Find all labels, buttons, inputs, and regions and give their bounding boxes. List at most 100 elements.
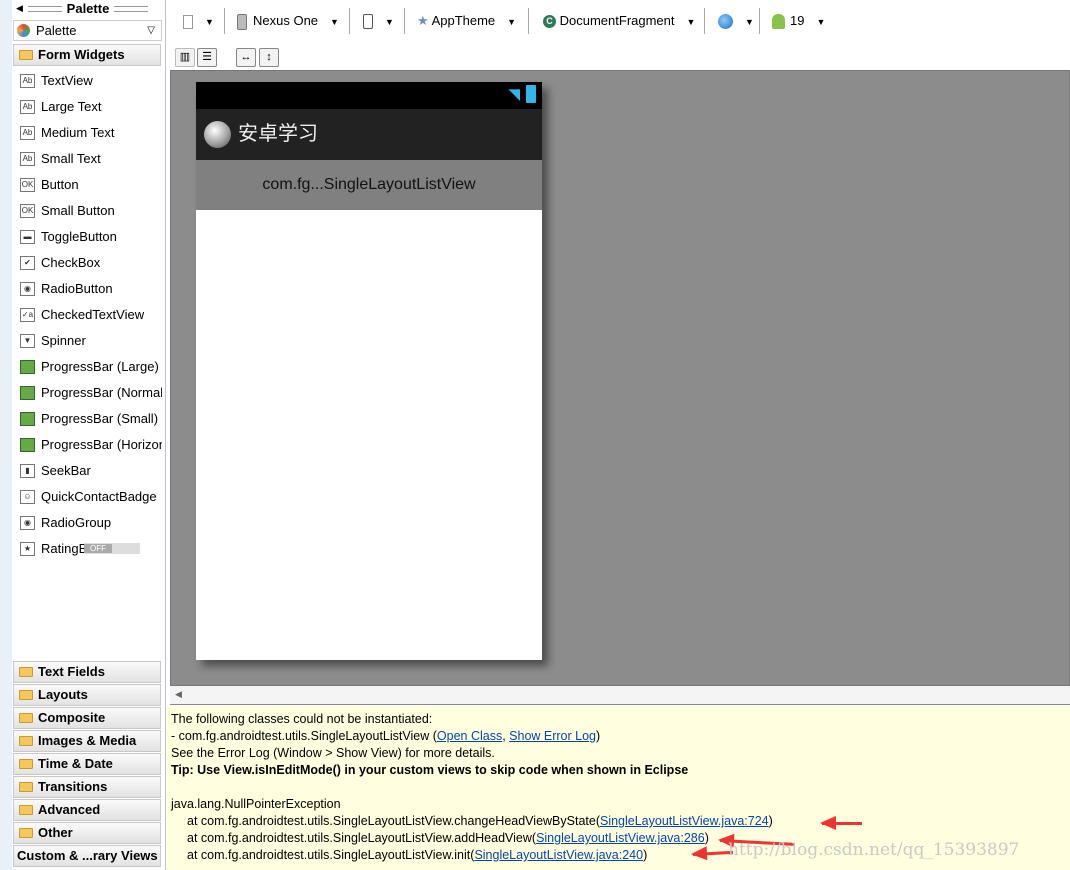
palette-item[interactable]: Ab Large Text: [20, 97, 162, 117]
config-file-dropdown[interactable]: ▼: [183, 10, 214, 32]
widget-icon: ☺: [20, 490, 35, 504]
palette-item-label: Medium Text: [41, 125, 115, 140]
layout-toolbar: ▼ Nexus One ▼ ▼ ★ AppTheme ▼ C DocumentFra…: [167, 0, 1070, 70]
palette-title: Palette: [12, 0, 164, 18]
horizontal-scrollbar[interactable]: ◀: [170, 686, 1070, 705]
palette-category[interactable]: Time & Date: [13, 753, 161, 775]
api-label: 19: [790, 13, 805, 28]
palette-category[interactable]: Text Fields: [13, 661, 161, 683]
widget-icon: [20, 360, 35, 374]
exception-name: java.lang.NullPointerException: [171, 797, 341, 811]
trace-text: at com.fg.androidtest.utils.SingleLayout…: [187, 848, 475, 862]
dropdown-label: Palette: [36, 23, 77, 38]
palette-item[interactable]: ✔ CheckBox: [20, 253, 162, 273]
category-label: Text Fields: [38, 664, 105, 679]
palette-item[interactable]: ☺ QuickContactBadge: [20, 487, 162, 507]
source-link[interactable]: SingleLayoutListView.java:240: [474, 848, 643, 862]
palette-item[interactable]: ▼ Spinner: [20, 331, 162, 351]
palette-item-label: RadioGroup: [41, 515, 112, 530]
palette-item[interactable]: OK Button: [20, 175, 162, 195]
theme-dropdown[interactable]: ★ AppTheme ▼: [417, 10, 516, 32]
widget-icon: ✓a: [20, 308, 35, 322]
palette-category[interactable]: Transitions: [13, 776, 161, 798]
split-horizontal-button[interactable]: ☰: [197, 48, 217, 67]
category-label: Images & Media: [38, 733, 137, 748]
theme-label: AppTheme: [431, 13, 496, 28]
palette-category[interactable]: Layouts: [13, 684, 161, 706]
folder-open-icon: [19, 50, 33, 60]
widget-icon: OK: [20, 178, 35, 192]
palette-item[interactable]: Ab Medium Text: [20, 123, 162, 143]
palette-item[interactable]: OK Small Button: [20, 201, 162, 221]
widget-icon: OK: [20, 204, 35, 218]
palette-item[interactable]: ▮ SeekBar: [20, 461, 162, 481]
palette-item-label: SeekBar: [41, 463, 91, 478]
locale-dropdown[interactable]: ▼: [718, 10, 754, 32]
device-dropdown[interactable]: Nexus One ▼: [237, 10, 339, 32]
palette-item[interactable]: Ab TextView: [20, 71, 162, 91]
category-form-widgets[interactable]: Form Widgets: [13, 44, 161, 66]
folder-icon: [19, 828, 33, 838]
palette-item[interactable]: ProgressBar (Normal): [20, 383, 162, 403]
action-bar: 安卓学习: [196, 109, 542, 160]
open-class-link[interactable]: Open Class: [437, 729, 502, 743]
widget-icon: ★: [20, 542, 35, 556]
category-label: Custom & ...rary Views: [17, 848, 158, 863]
star-icon: ★: [417, 13, 429, 28]
folder-icon: [19, 736, 33, 746]
palette-category[interactable]: Other: [13, 822, 161, 844]
android-icon: [772, 14, 785, 30]
split-vertical-button[interactable]: ▥: [175, 48, 195, 67]
category-label: Time & Date: [38, 756, 113, 771]
widget-icon: Ab: [20, 74, 35, 88]
palette-category[interactable]: Advanced: [13, 799, 161, 821]
show-error-log-link[interactable]: Show Error Log: [509, 729, 596, 743]
switch-label: OFF: [84, 544, 112, 553]
custom-view-placeholder[interactable]: com.fg...SingleLayoutListView: [196, 160, 542, 210]
palette-item-label: ProgressBar (Normal): [41, 385, 162, 400]
widget-icon: Ab: [20, 100, 35, 114]
widget-icon: ◉: [20, 282, 35, 296]
palette-item[interactable]: ✓a CheckedTextView: [20, 305, 162, 325]
folder-icon: [19, 667, 33, 677]
palette-item-label: QuickContactBadge: [41, 489, 157, 504]
error-line: See the Error Log (Window > Show View) f…: [171, 746, 495, 760]
error-line: The following classes could not be insta…: [171, 712, 433, 726]
palette-item[interactable]: ProgressBar (Large): [20, 357, 162, 377]
red-arrow-annotation: [820, 816, 862, 830]
palette-dropdown[interactable]: Palette ▽: [13, 20, 162, 41]
palette-item[interactable]: ▬ ToggleButton: [20, 227, 162, 247]
palette-item[interactable]: ◉ RadioGroup: [20, 513, 162, 533]
palette-item[interactable]: Ab Small Text: [20, 149, 162, 169]
activity-label: DocumentFragment: [559, 13, 675, 28]
error-text: - com.fg.androidtest.utils.SingleLayoutL…: [171, 729, 437, 743]
source-link[interactable]: SingleLayoutListView.java:286: [536, 831, 705, 845]
palette-item[interactable]: ◉ RadioButton: [20, 279, 162, 299]
trace-text: ): [643, 848, 648, 862]
battery-icon: [526, 85, 536, 103]
source-link[interactable]: SingleLayoutListView.java:724: [600, 814, 769, 828]
fit-width-button[interactable]: ↔: [236, 48, 256, 67]
palette-category[interactable]: Images & Media: [13, 730, 161, 752]
palette-item-label: TextView: [41, 73, 93, 88]
orientation-dropdown[interactable]: ▼: [363, 10, 394, 32]
palette-item-label: Large Text: [41, 99, 102, 114]
category-label: Form Widgets: [38, 47, 125, 62]
widget-icon: [20, 438, 35, 452]
fit-height-button[interactable]: ↕: [259, 48, 279, 67]
folder-icon: [19, 782, 33, 792]
palette-category[interactable]: Composite: [13, 707, 161, 729]
category-label: Transitions: [38, 779, 108, 794]
palette-item[interactable]: ★ RatingBar OFF: [20, 539, 162, 559]
activity-dropdown[interactable]: C DocumentFragment ▼: [543, 10, 695, 32]
folder-icon: [19, 690, 33, 700]
palette-item-label: Small Button: [41, 203, 115, 218]
palette-item[interactable]: ProgressBar (Horizontal): [20, 435, 162, 455]
palette-category[interactable]: Custom & ...rary Views: [13, 845, 161, 867]
palette-item-label: CheckBox: [41, 255, 101, 270]
globe-icon: [718, 14, 733, 30]
trace-text: at com.fg.androidtest.utils.SingleLayout…: [187, 814, 600, 828]
palette-item[interactable]: ProgressBar (Small): [20, 409, 162, 429]
folder-icon: [19, 805, 33, 815]
api-level-dropdown[interactable]: 19 ▼: [772, 10, 825, 32]
